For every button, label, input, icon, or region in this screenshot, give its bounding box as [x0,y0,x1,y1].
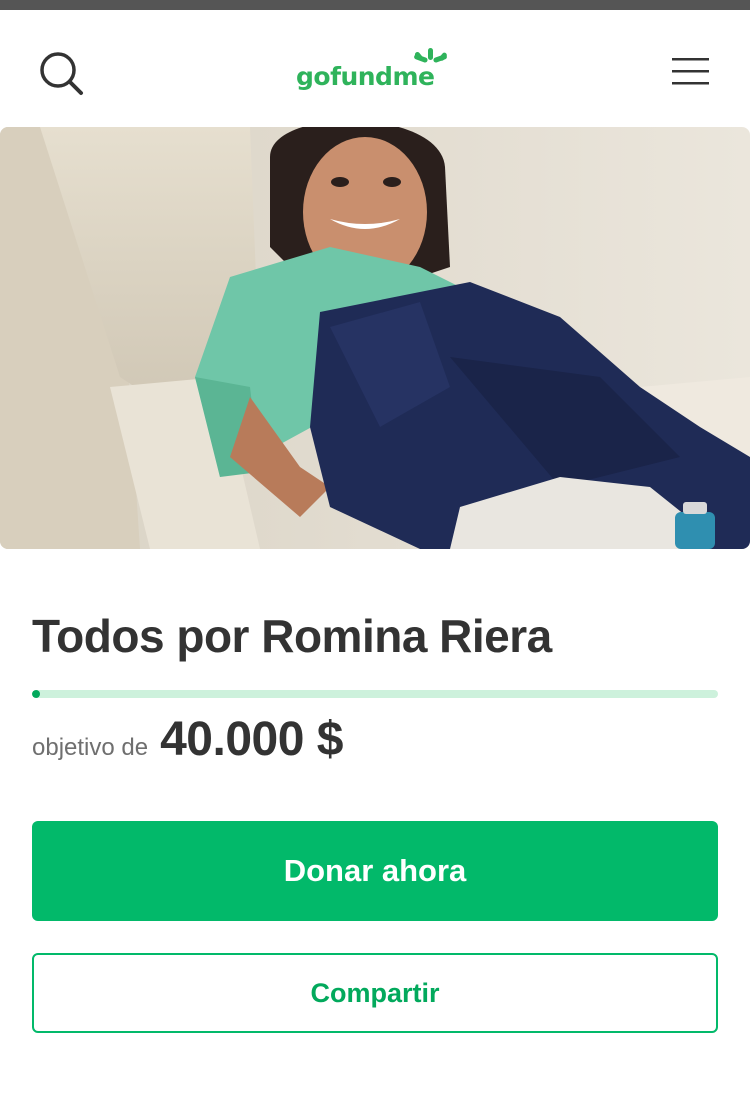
search-icon [40,52,83,95]
campaign-hero-image[interactable] [0,127,750,549]
logo-text: gofundme [296,62,435,91]
progress-bar [32,690,718,698]
status-bar-strip [0,0,750,10]
gofundme-logo[interactable]: gofundme [296,46,456,98]
goal-amount: 40.000 $ [160,713,343,766]
donate-now-button[interactable]: Donar ahora [32,821,718,921]
search-button[interactable] [36,48,86,98]
campaign-title: Todos por Romina Riera [32,610,552,662]
campaign-photo [0,127,750,549]
menu-button[interactable] [670,56,712,88]
goal-row: objetivo de 40.000 $ [32,712,343,772]
progress-bar-fill [32,690,40,698]
share-button[interactable]: Compartir [32,953,718,1033]
hamburger-menu-icon [672,58,709,85]
goal-label: objetivo de [32,734,149,761]
site-header: gofundme [0,10,750,126]
